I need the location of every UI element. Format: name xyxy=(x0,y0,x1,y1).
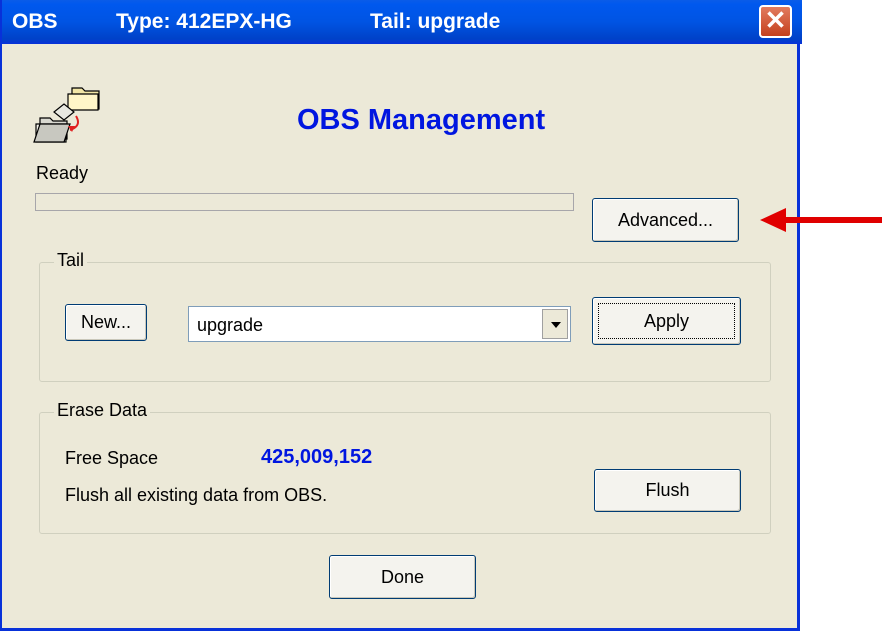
focus-ring xyxy=(598,303,735,339)
apply-button[interactable]: Apply xyxy=(592,297,741,345)
advanced-button[interactable]: Advanced... xyxy=(592,198,739,242)
free-space-value: 425,009,152 xyxy=(261,446,373,468)
done-button[interactable]: Done xyxy=(329,555,476,599)
close-icon: ✕ xyxy=(764,5,787,35)
tail-group-legend: Tail xyxy=(54,250,88,271)
close-button[interactable]: ✕ xyxy=(759,5,792,38)
title-type: Type: 412EPX-HG xyxy=(116,10,292,33)
folder-transfer-icon xyxy=(33,87,100,143)
new-tail-button[interactable]: New... xyxy=(65,304,147,341)
title-tail: Tail: upgrade xyxy=(370,10,501,33)
tail-select[interactable]: upgrade xyxy=(188,306,571,342)
new-tail-button-label: New... xyxy=(80,312,132,332)
progress-bar xyxy=(35,193,574,211)
chevron-down-icon xyxy=(551,322,561,328)
done-button-label: Done xyxy=(380,567,425,587)
title-bar[interactable]: OBS Type: 412EPX-HG Tail: upgrade ✕ xyxy=(2,0,802,44)
erase-data-legend: Erase Data xyxy=(54,400,151,421)
title-app: OBS xyxy=(12,10,58,33)
obs-dialog-window: OBS Type: 412EPX-HG Tail: upgrade ✕ OBS … xyxy=(0,0,802,631)
dropdown-button[interactable] xyxy=(542,309,568,339)
page-title: OBS Management xyxy=(297,104,546,136)
annotation-arrow-icon xyxy=(760,208,882,232)
flush-button-label: Flush xyxy=(645,480,690,500)
flush-description: Flush all existing data from OBS. xyxy=(65,485,328,505)
status-text: Ready xyxy=(36,163,89,183)
free-space-label: Free Space xyxy=(65,448,159,468)
flush-button[interactable]: Flush xyxy=(594,469,741,512)
advanced-button-label: Advanced... xyxy=(617,210,714,230)
tail-select-value: upgrade xyxy=(197,315,264,335)
